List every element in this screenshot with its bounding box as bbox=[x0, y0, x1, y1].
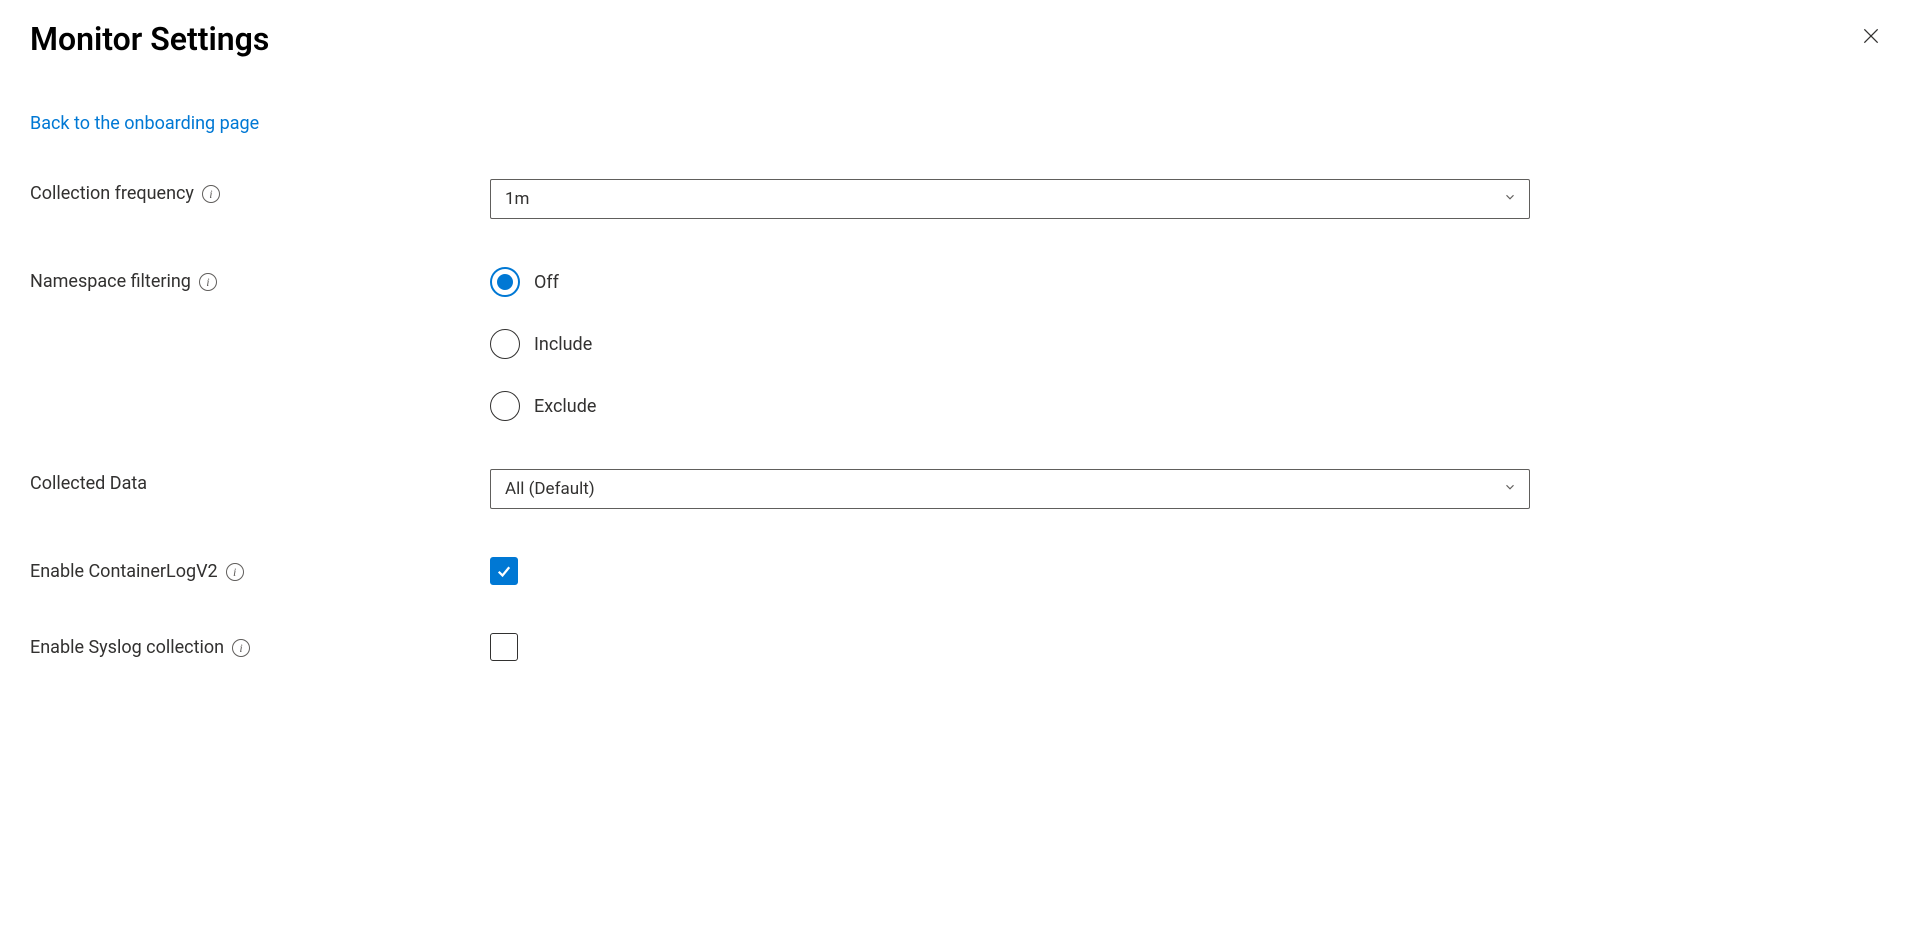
collection-frequency-value: 1m bbox=[505, 189, 529, 209]
close-icon bbox=[1861, 26, 1881, 46]
close-button[interactable] bbox=[1855, 20, 1887, 52]
namespace-filtering-radio-include[interactable]: Include bbox=[490, 329, 1530, 359]
back-link[interactable]: Back to the onboarding page bbox=[30, 113, 259, 134]
enable-syslog-checkbox[interactable] bbox=[490, 633, 518, 661]
checkmark-icon bbox=[495, 562, 513, 580]
collected-data-label: Collected Data bbox=[30, 473, 147, 494]
namespace-filtering-radio-exclude[interactable]: Exclude bbox=[490, 391, 1530, 421]
info-icon[interactable]: i bbox=[202, 185, 220, 203]
radio-indicator bbox=[490, 391, 520, 421]
chevron-down-icon bbox=[1503, 189, 1517, 209]
radio-label: Include bbox=[534, 334, 592, 355]
enable-containerlogv2-checkbox[interactable] bbox=[490, 557, 518, 585]
info-icon[interactable]: i bbox=[226, 563, 244, 581]
info-icon[interactable]: i bbox=[199, 273, 217, 291]
enable-syslog-label: Enable Syslog collection bbox=[30, 637, 224, 658]
namespace-filtering-radio-off[interactable]: Off bbox=[490, 267, 1530, 297]
radio-label: Exclude bbox=[534, 396, 596, 417]
enable-containerlogv2-label: Enable ContainerLogV2 bbox=[30, 561, 218, 582]
radio-label: Off bbox=[534, 272, 559, 293]
radio-indicator bbox=[490, 267, 520, 297]
radio-indicator bbox=[490, 329, 520, 359]
collected-data-value: All (Default) bbox=[505, 479, 595, 499]
chevron-down-icon bbox=[1503, 479, 1517, 499]
namespace-filtering-radio-group: Off Include Exclude bbox=[490, 267, 1530, 421]
collected-data-select[interactable]: All (Default) bbox=[490, 469, 1530, 509]
namespace-filtering-label: Namespace filtering bbox=[30, 271, 191, 292]
info-icon[interactable]: i bbox=[232, 639, 250, 657]
page-title: Monitor Settings bbox=[30, 20, 269, 58]
collection-frequency-label: Collection frequency bbox=[30, 183, 194, 204]
collection-frequency-select[interactable]: 1m bbox=[490, 179, 1530, 219]
